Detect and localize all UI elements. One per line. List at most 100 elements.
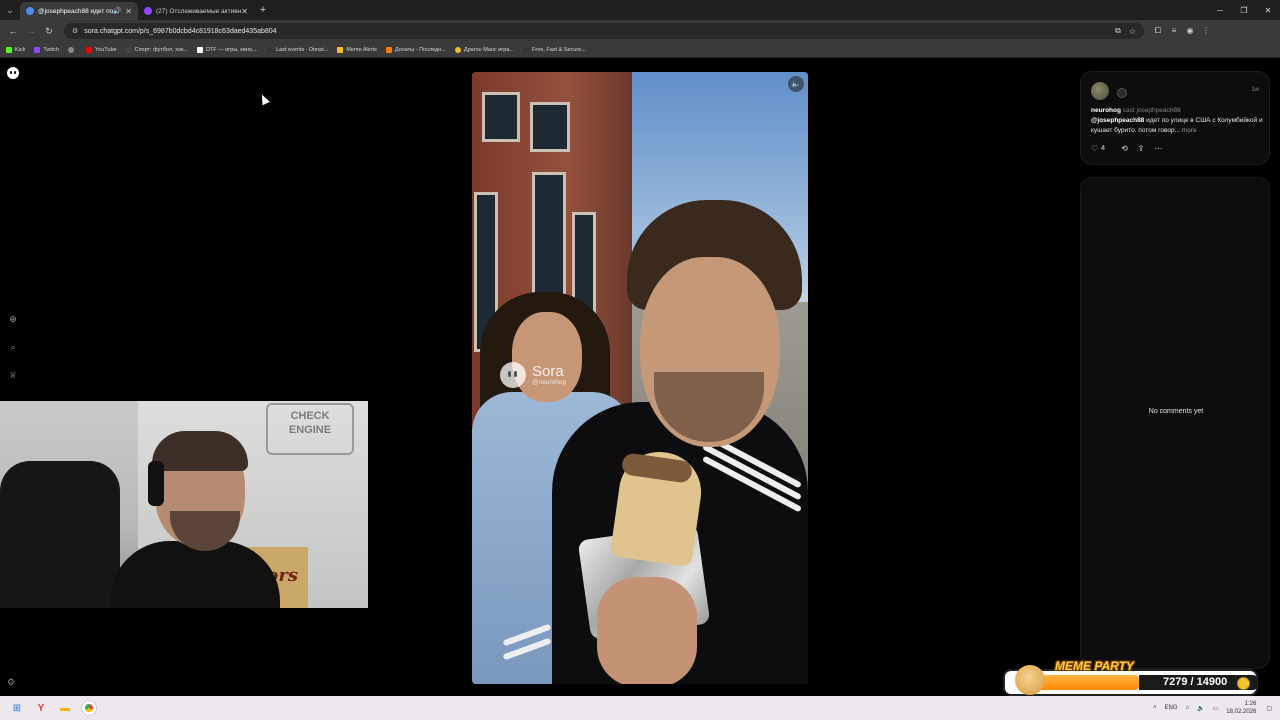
globe-icon: [67, 46, 74, 53]
like-count: 4: [1101, 145, 1106, 152]
bookmark-star-icon[interactable]: ☆: [1129, 27, 1136, 36]
building-window: [482, 92, 520, 142]
building-window: [530, 102, 570, 152]
bookmark-label: Twitch: [43, 46, 59, 53]
mention-link[interactable]: @josephpeach88: [1091, 117, 1144, 124]
bookmark-globe[interactable]: [67, 46, 77, 53]
sora-favicon-icon: [26, 7, 34, 15]
settings-icon[interactable]: ⚙: [7, 677, 15, 688]
site-info-icon[interactable]: ⚙: [72, 27, 78, 35]
notifications-icon[interactable]: ▢: [1266, 705, 1272, 712]
network-icon[interactable]: ⌂: [1186, 705, 1190, 711]
bookmark-vpn[interactable]: Free, Fast & Secure...: [523, 46, 586, 53]
system-tray: ˄ ENG ⌂ 🔈 ▭ 1:26 18.02.2026 ▢: [1153, 700, 1280, 716]
media-controls-icon[interactable]: ≡: [1166, 26, 1182, 36]
clock[interactable]: 1:26 18.02.2026: [1226, 700, 1256, 716]
bookmark-donations[interactable]: Донаты - Последн...: [385, 46, 446, 53]
file-explorer-icon[interactable]: ▬: [54, 697, 76, 719]
language-indicator[interactable]: ENG: [1165, 705, 1178, 711]
more-options-icon[interactable]: ⋯: [1154, 144, 1162, 153]
bookmark-label: Free, Fast & Secure...: [532, 46, 586, 53]
window-controls: ─ ❐ ✕: [1208, 6, 1280, 15]
tray-chevron-icon[interactable]: ˄: [1153, 705, 1157, 711]
tab-twitch-following[interactable]: (27) Отслеживаемые активны ✕: [138, 2, 254, 20]
bookmark-sport[interactable]: Спорт: футбол, хок...: [125, 46, 188, 53]
bookmark-youtube[interactable]: YouTube: [85, 46, 117, 53]
close-window-icon[interactable]: ✕: [1256, 6, 1280, 15]
share-icon[interactable]: ⇪: [1138, 144, 1145, 153]
install-app-icon[interactable]: ⧉: [1115, 26, 1121, 36]
address-bar[interactable]: ⚙ sora.chatgpt.com/p/s_6987b0dcbd4c81918…: [64, 23, 1144, 39]
clock-date: 18.02.2026: [1226, 709, 1257, 715]
watermark-handle: @neurohog: [532, 379, 567, 386]
cast-avatar[interactable]: [1117, 88, 1127, 98]
url-text: sora.chatgpt.com/p/s_6987b0dcbd4c81918c6…: [84, 27, 277, 35]
meme-party-widget: 7279 / 14900 MEME PARTY: [1003, 659, 1258, 696]
remix-icon[interactable]: ⟲: [1121, 144, 1128, 153]
gaming-chair: [0, 461, 120, 608]
mute-icon[interactable]: 🔈: [788, 76, 804, 92]
maximize-icon[interactable]: ❐: [1232, 6, 1256, 15]
minimize-icon[interactable]: ─: [1208, 6, 1232, 15]
new-tab-button[interactable]: +: [254, 4, 272, 16]
reload-icon[interactable]: ↻: [40, 26, 58, 37]
more-link[interactable]: more: [1182, 127, 1197, 134]
sora-watermark-icon: [500, 362, 526, 388]
bookmarks-bar: Kick Twitch YouTube Спорт: футбол, хок..…: [0, 42, 1280, 58]
dragon-icon: [454, 46, 461, 53]
volume-icon[interactable]: 🔈: [1197, 705, 1204, 712]
author-username[interactable]: neurohog: [1091, 107, 1121, 114]
bookmark-dtf[interactable]: DTF — игры, кино,...: [196, 46, 258, 53]
close-tab-icon[interactable]: ✕: [241, 7, 248, 16]
forward-icon[interactable]: →: [22, 26, 40, 36]
vpn-icon: [523, 46, 529, 53]
author-avatar[interactable]: [1091, 82, 1109, 100]
streamer-hair: [152, 431, 248, 471]
chrome-icon[interactable]: [82, 701, 96, 715]
webcam-overlay: CHECK ENGINE Coors: [0, 401, 368, 608]
like-icon[interactable]: ♡: [1091, 144, 1098, 153]
tab-sora-post[interactable]: @josephpeach88 идет по 🔊 ✕: [20, 2, 138, 20]
bookmark-label: Kick: [15, 46, 26, 53]
streamer: [110, 431, 280, 608]
clock-time: 1:26: [1244, 701, 1257, 707]
post-time: 1w: [1251, 87, 1259, 93]
extensions-icon[interactable]: ⧠: [1150, 26, 1166, 36]
comments-panel: No comments yet: [1080, 177, 1270, 669]
windows-start-icon[interactable]: ⊞: [6, 697, 28, 719]
bookmark-label: Last events - Donat...: [276, 46, 329, 53]
menu-icon[interactable]: ⋮: [1198, 26, 1214, 36]
man-hand: [597, 577, 697, 684]
trophy-icon[interactable]: ♕: [7, 370, 19, 382]
cast-text[interactable]: cast josephpeach88: [1123, 107, 1181, 114]
sora-logo-icon[interactable]: [7, 67, 19, 79]
battery-icon[interactable]: ▭: [1213, 705, 1219, 712]
bookmark-twitch[interactable]: Twitch: [34, 46, 59, 53]
tab-search-icon[interactable]: ⌄: [0, 0, 20, 20]
donationalerts-icon: [267, 46, 274, 53]
video-player[interactable]: Sora @neurohog 🔈: [472, 72, 808, 684]
coin-icon: [1237, 677, 1250, 690]
youtube-icon: [85, 46, 92, 53]
create-icon[interactable]: ⊕: [7, 314, 19, 326]
windows-taskbar: ⊞ Y ▬ ˄ ENG ⌂ 🔈 ▭ 1:26 18.02.2026 ▢: [0, 696, 1280, 720]
dtf-icon: [196, 46, 203, 53]
back-icon[interactable]: ←: [4, 26, 22, 36]
bookmark-donationalerts[interactable]: Last events - Donat...: [267, 46, 329, 53]
kick-icon: [6, 46, 12, 53]
search-icon[interactable]: ⌕: [7, 342, 19, 354]
yandex-browser-icon[interactable]: Y: [30, 697, 52, 719]
twitch-favicon-icon: [144, 7, 152, 15]
donations-icon: [385, 46, 392, 53]
speaker-icon[interactable]: 🔊: [113, 7, 122, 15]
twitch-icon: [34, 46, 41, 53]
bookmark-kick[interactable]: Kick: [6, 46, 26, 53]
tab-title: @josephpeach88 идет по: [38, 7, 113, 15]
bookmark-dragon-mania[interactable]: Драгон Манс игра...: [454, 46, 514, 53]
tab-title: (27) Отслеживаемые активны: [156, 7, 242, 15]
bookmark-label: Драгон Манс игра...: [463, 46, 514, 53]
headphones-icon: [148, 461, 164, 506]
bookmark-meme-alerts[interactable]: Meme Alerts: [337, 46, 377, 53]
profile-icon[interactable]: ◉: [1182, 26, 1198, 36]
close-tab-icon[interactable]: ✕: [125, 7, 132, 16]
